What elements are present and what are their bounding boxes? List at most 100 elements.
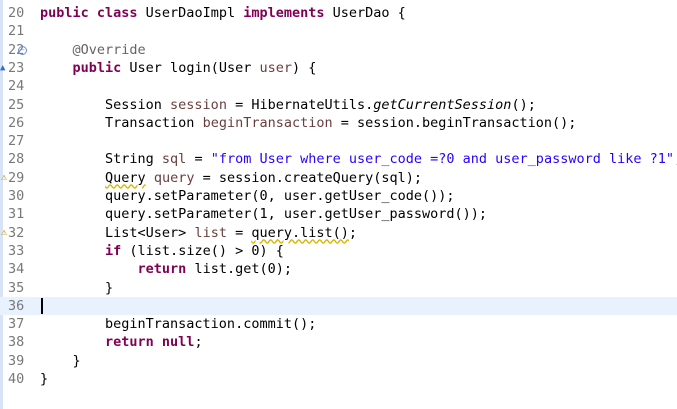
code-token: UserDaoImpl [145, 5, 244, 21]
code-text: List<User> list = query.list(); [40, 224, 357, 242]
text-cursor [41, 297, 43, 314]
line-number: 40 [8, 371, 25, 387]
code-text: @Override [40, 41, 146, 59]
code-line[interactable]: 39 } [0, 352, 677, 370]
code-token: = session.createQuery(sql); [194, 169, 423, 186]
code-text: Session session = HibernateUtils.getCurr… [40, 96, 536, 114]
line-number: 21 [8, 23, 25, 40]
code-token: "from User where user_code =?0 and user_… [210, 151, 674, 168]
code-token: = [226, 224, 252, 241]
code-token: Query [105, 169, 146, 186]
code-text: } [40, 279, 113, 297]
code-line[interactable]: 20 public class UserDaoImpl implements Us… [0, 4, 677, 22]
code-line[interactable]: 27 [0, 132, 677, 150]
code-token: = session.beginTransaction(); [332, 114, 577, 131]
code-token: user [259, 59, 292, 76]
line-number: 27 [8, 133, 25, 150]
code-line[interactable]: 30 query.setParameter(0, user.getUser_co… [0, 187, 677, 205]
line-number: 26 [8, 114, 25, 131]
code-line[interactable]: 37 beginTransaction.commit(); [0, 315, 677, 333]
code-token: list [194, 224, 227, 241]
code-text: return null; [40, 333, 203, 351]
code-token: Session [40, 96, 171, 113]
code-token: return null [105, 334, 195, 351]
line-number: 25 [8, 96, 25, 113]
code-line[interactable]: 28 String sql = "from User where user_co… [0, 150, 677, 168]
code-token: implements [243, 5, 333, 21]
line-number: 37 [8, 316, 25, 333]
code-editor[interactable]: 20 public class UserDaoImpl implements Us… [0, 0, 677, 409]
code-text: beginTransaction.commit(); [40, 315, 316, 333]
code-token: session [170, 96, 227, 113]
line-number: 35 [8, 279, 25, 296]
code-text: } [40, 370, 48, 388]
code-token: } [40, 279, 114, 296]
code-token: (); [511, 96, 536, 113]
code-line[interactable]: 38 return null; [0, 333, 677, 351]
code-text: public User login(User user) { [40, 59, 317, 77]
line-number: 28 [8, 151, 25, 168]
code-token: query [153, 169, 195, 186]
code-token: beginTransaction.commit(); [40, 316, 317, 333]
code-token: query.list() [251, 224, 349, 241]
code-token: list.get(0); [194, 261, 292, 278]
code-text: return list.get(0); [40, 260, 292, 278]
code-token: return [137, 261, 195, 278]
override-marker-icon: ▲ [0, 62, 6, 73]
code-token: String [40, 151, 162, 168]
code-token: @Override [72, 41, 146, 58]
code-line[interactable]: 26 Transaction beginTransaction = sessio… [0, 114, 677, 132]
code-text: String sql = "from User where user_code … [40, 150, 677, 168]
code-token: UserDao { [332, 5, 406, 21]
code-text: if (list.size() > 0) { [40, 242, 284, 260]
code-token: getCurrentSession [373, 96, 512, 113]
code-text: Query query = session.createQuery(sql); [40, 169, 422, 187]
code-token: (list.size() > 0) { [129, 242, 284, 259]
code-token: } [40, 352, 81, 369]
line-number: 39 [8, 352, 25, 369]
code-line[interactable]: 29 ⚠ Query query = session.createQuery(sq… [0, 169, 677, 187]
code-line[interactable]: 40} [0, 370, 677, 388]
code-token: User login(User [129, 59, 260, 76]
warning-icon[interactable]: ⚠ [1, 227, 13, 239]
code-text: query.setParameter(1, user.getUser_passw… [40, 205, 487, 223]
line-number: 38 [8, 334, 25, 351]
code-token: ; [348, 224, 358, 241]
code-token: query.setParameter(0, user.getUser_code(… [40, 188, 455, 204]
code-token: public class [40, 5, 146, 21]
code-line[interactable]: 36 [0, 296, 677, 316]
line-number: 36 [8, 297, 25, 314]
code-token: sql [161, 151, 187, 168]
code-line[interactable]: 31 query.setParameter(1, user.getUser_pa… [0, 205, 677, 223]
code-text: Transaction beginTransaction = session.b… [40, 114, 576, 132]
code-token: = HibernateUtils. [226, 96, 374, 113]
code-token: public [72, 59, 130, 76]
code-token: ; [194, 334, 203, 351]
code-line[interactable]: 35 } [0, 279, 677, 297]
code-line[interactable]: 33 if (list.size() > 0) { [0, 242, 677, 260]
code-line[interactable]: 25 Session session = HibernateUtils.getC… [0, 96, 677, 114]
code-line[interactable]: 34 return list.get(0); [0, 260, 677, 278]
line-number: 20 [8, 5, 25, 21]
line-number: 33 [8, 242, 25, 259]
code-token: List<User> [40, 224, 195, 241]
code-token: } [40, 371, 49, 387]
fold-collapse-icon[interactable]: − [18, 45, 27, 55]
code-line[interactable]: 23 ▲ public User login(User user) { [0, 59, 677, 77]
code-line[interactable]: 21 [0, 22, 677, 40]
code-token: beginTransaction [202, 114, 333, 131]
warning-icon[interactable]: ⚠ [1, 172, 13, 184]
code-line[interactable]: 32 ⚠ List<User> list = query.list(); [0, 224, 677, 242]
code-text: } [40, 352, 81, 370]
code-text: query.setParameter(0, user.getUser_code(… [40, 187, 455, 205]
code-text: public class UserDaoImpl implements User… [40, 4, 406, 22]
code-line[interactable]: 24 [0, 77, 677, 95]
code-line[interactable]: 22− @Override [0, 41, 677, 59]
